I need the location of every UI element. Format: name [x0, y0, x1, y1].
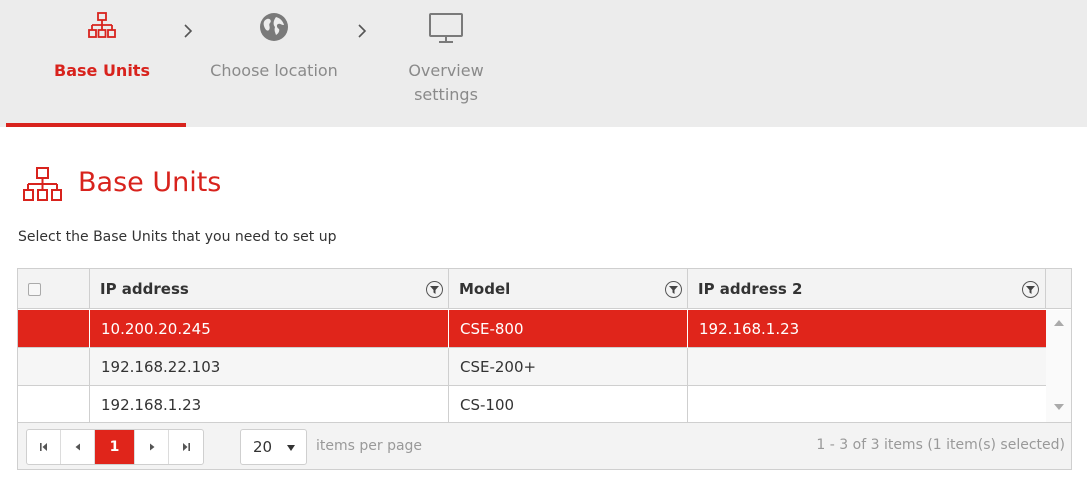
table-row[interactable]: 10.200.20.245 CSE-800 192.168.1.23 [18, 310, 1046, 348]
first-page-button[interactable] [27, 430, 61, 464]
last-page-button[interactable] [169, 430, 203, 464]
active-step-indicator [6, 123, 186, 127]
table-row[interactable]: 192.168.22.103 CSE-200+ [18, 348, 1046, 386]
cell-ip-address: 192.168.1.23 [90, 386, 449, 424]
filter-icon[interactable] [426, 281, 443, 298]
column-header-label: Model [459, 280, 511, 298]
scroll-down-icon[interactable] [1054, 404, 1064, 410]
wizard-step-label: Overview settings [408, 61, 484, 104]
wizard-step-label: Choose location [210, 61, 338, 80]
scroll-up-icon[interactable] [1054, 320, 1064, 326]
previous-page-button[interactable] [61, 430, 95, 464]
row-select-cell[interactable] [18, 348, 90, 386]
page-subtitle: Select the Base Units that you need to s… [18, 229, 337, 245]
chevron-right-icon [356, 22, 368, 45]
grid-pager: 1 20 items per page 1 - 3 of 3 items (1 … [18, 422, 1071, 469]
pager-info: 1 - 3 of 3 items (1 item(s) selected) [816, 437, 1065, 453]
cell-ip-address-2: 192.168.1.23 [699, 320, 800, 338]
column-header-label: IP address 2 [698, 280, 803, 298]
cell-ip-address: 192.168.22.103 [90, 348, 449, 386]
cell-model: CSE-200+ [449, 348, 688, 386]
items-per-page-label: items per page [316, 438, 423, 454]
chevron-right-icon [182, 22, 194, 45]
page-size-value: 20 [253, 438, 273, 456]
row-select-cell[interactable] [18, 386, 90, 424]
network-icon [88, 12, 116, 46]
page-title: Base Units [78, 167, 222, 198]
filter-icon[interactable] [1022, 281, 1039, 298]
network-icon [23, 166, 63, 208]
cell-model: CSE-800 [449, 310, 688, 348]
column-header-model[interactable]: Model [449, 269, 688, 309]
cell-model: CS-100 [449, 386, 688, 424]
select-all-cell [18, 269, 90, 309]
column-header-ip-address-2[interactable]: IP address 2 [688, 269, 1046, 309]
column-header-ip-address[interactable]: IP address [90, 269, 449, 309]
cell-ip-address-2 [688, 386, 1046, 424]
page-number-button[interactable]: 1 [95, 430, 135, 464]
monitor-icon [428, 12, 464, 48]
select-all-checkbox[interactable] [28, 283, 41, 296]
wizard-step-label: Base Units [54, 61, 150, 80]
wizard-header: Base Units Choose location Overview sett… [0, 0, 1087, 127]
base-units-grid: IP address Model IP address 2 10.200.20.… [17, 268, 1072, 470]
filter-icon[interactable] [665, 281, 682, 298]
table-row[interactable]: 192.168.1.23 CS-100 [18, 386, 1046, 424]
pager-buttons: 1 [26, 429, 204, 465]
row-select-cell[interactable] [18, 310, 90, 348]
globe-icon [259, 12, 289, 46]
page-size-dropdown[interactable]: 20 [240, 429, 307, 465]
cell-ip-address-2 [688, 348, 1046, 386]
column-header-label: IP address [100, 280, 189, 298]
grid-header: IP address Model IP address 2 [18, 269, 1071, 309]
vertical-scrollbar[interactable] [1046, 310, 1071, 422]
cell-ip-address: 10.200.20.245 [90, 310, 449, 348]
next-page-button[interactable] [135, 430, 169, 464]
dropdown-arrow-icon [287, 445, 295, 451]
